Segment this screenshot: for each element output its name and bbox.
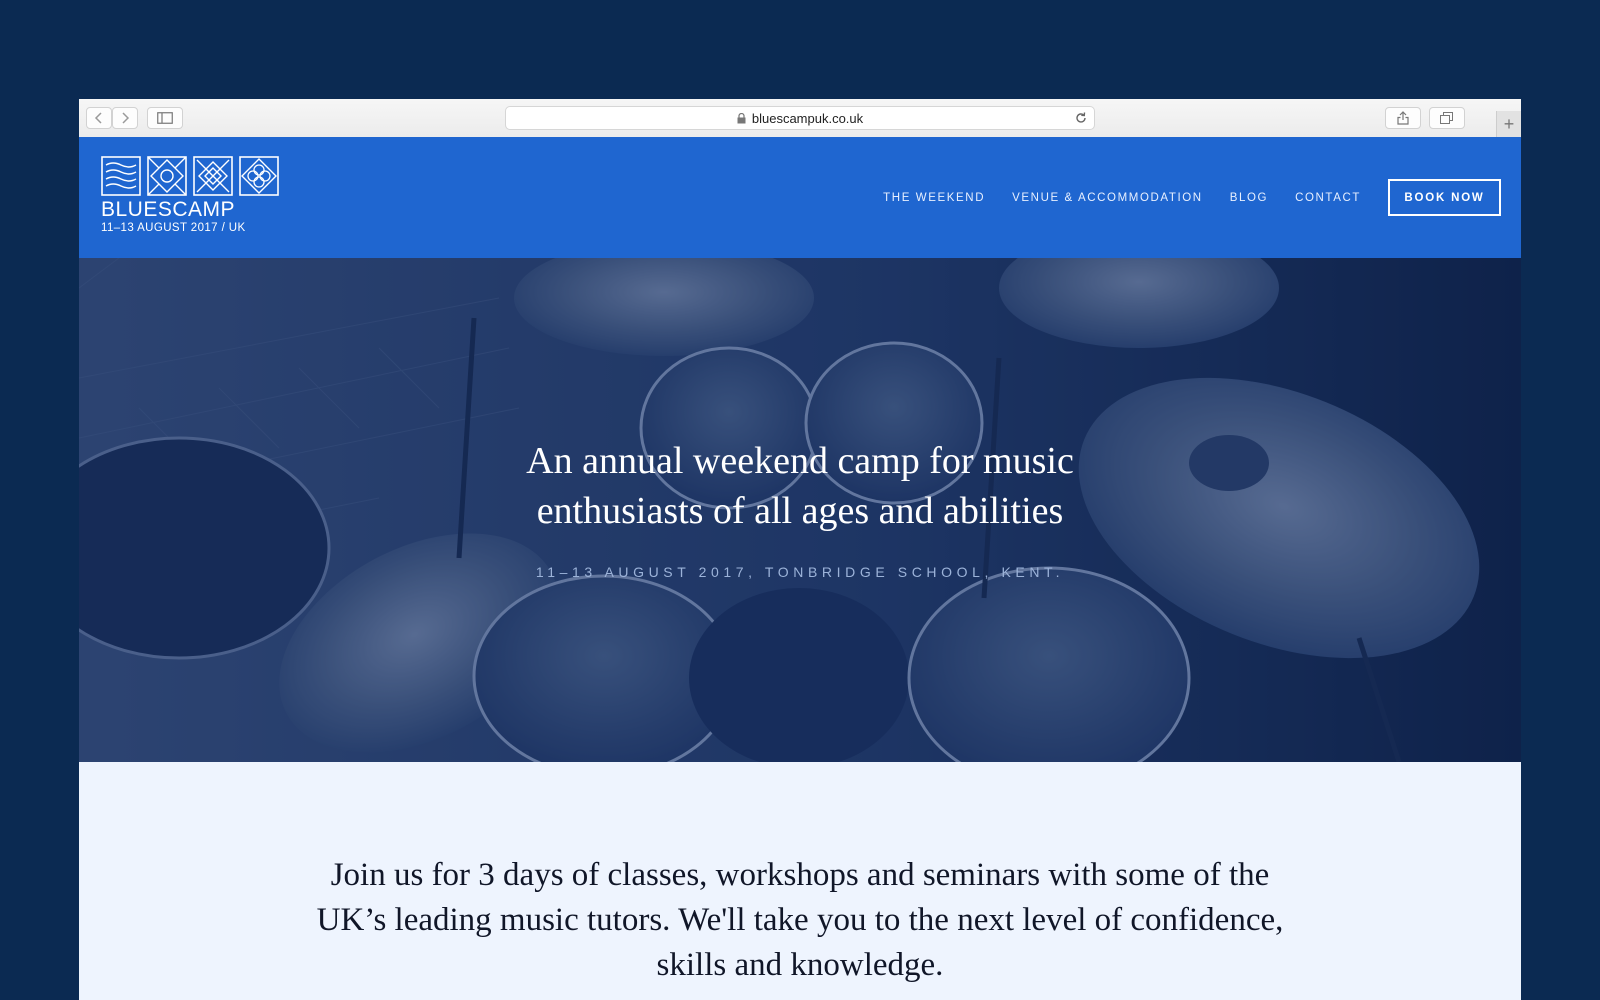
logo-tile-waves-icon: [101, 156, 141, 196]
logo-date: 11–13 AUGUST 2017 / UK: [101, 222, 246, 234]
bluescamp-logo[interactable]: BLUESCAMP 11–13 AUGUST 2017 / UK: [101, 156, 281, 238]
logo-tile-flower-icon: [239, 156, 279, 196]
tabs-button[interactable]: [1429, 107, 1465, 129]
share-button[interactable]: [1385, 107, 1421, 129]
nav-contact[interactable]: CONTACT: [1295, 192, 1361, 204]
hero-subtitle: 11–13 AUGUST 2017, TONBRIDGE SCHOOL, KEN…: [535, 564, 1065, 580]
intro-line: skills and knowledge.: [656, 947, 944, 983]
logo-pattern: [101, 156, 281, 196]
back-icon: [94, 112, 102, 124]
main-nav: THE WEEKEND VENUE & ACCOMMODATION BLOG C…: [883, 137, 1521, 258]
logo-wordmark: BLUESCAMP: [101, 198, 236, 221]
browser-toolbar: bluescampuk.co.uk +: [79, 99, 1521, 138]
hero-title-line: enthusiasts of all ages and abilities: [536, 490, 1064, 532]
forward-icon: [122, 112, 130, 124]
sidebar-button[interactable]: [147, 107, 183, 129]
share-icon: [1397, 111, 1409, 125]
book-now-button[interactable]: BOOK NOW: [1388, 179, 1501, 216]
hero-title-line: An annual weekend camp for music: [526, 440, 1074, 482]
browser-window: bluescampuk.co.uk + BLUESCAMP 11–13 AUGU…: [79, 99, 1521, 1000]
nav-the-weekend[interactable]: THE WEEKEND: [883, 192, 985, 204]
lock-icon: [737, 112, 746, 124]
hero-title: An annual weekend camp for music enthusi…: [79, 436, 1521, 536]
intro-line: UK’s leading music tutors. We'll take yo…: [316, 902, 1284, 938]
nav-blog[interactable]: BLOG: [1230, 192, 1268, 204]
reload-icon[interactable]: [1074, 111, 1088, 128]
logo-tile-cross-icon: [193, 156, 233, 196]
intro-text: Join us for 3 days of classes, workshops…: [229, 853, 1371, 988]
hero-section: An annual weekend camp for music enthusi…: [79, 258, 1521, 762]
address-bar[interactable]: bluescampuk.co.uk: [505, 106, 1095, 130]
logo-tile-diamond-icon: [147, 156, 187, 196]
back-button[interactable]: [86, 107, 112, 129]
url-text: bluescampuk.co.uk: [751, 110, 864, 126]
tabs-icon: [1440, 112, 1453, 124]
forward-button[interactable]: [112, 107, 138, 129]
new-tab-button[interactable]: +: [1496, 111, 1521, 137]
site-header: BLUESCAMP 11–13 AUGUST 2017 / UK THE WEE…: [79, 137, 1521, 258]
nav-venue-accommodation[interactable]: VENUE & ACCOMMODATION: [1012, 192, 1203, 204]
sidebar-icon: [157, 112, 173, 124]
intro-line: Join us for 3 days of classes, workshops…: [330, 857, 1270, 893]
plus-icon: +: [1503, 113, 1515, 134]
